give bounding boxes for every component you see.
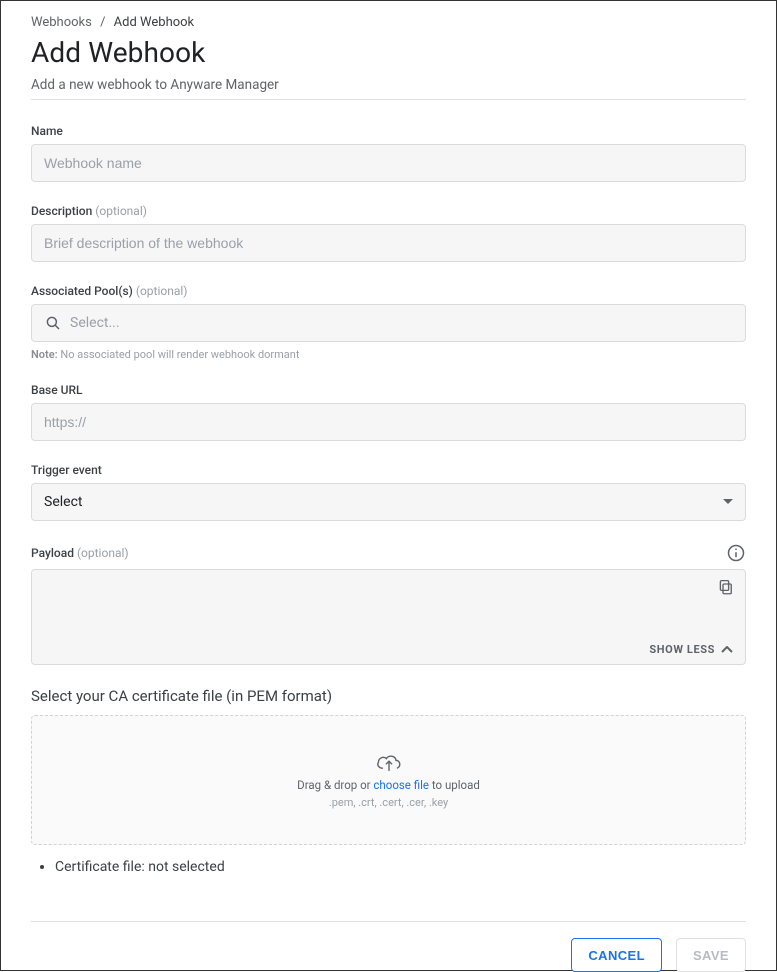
drop-text: Drag & drop or choose file to upload bbox=[297, 778, 480, 792]
info-icon[interactable] bbox=[726, 543, 746, 563]
footer-separator bbox=[31, 921, 746, 922]
pools-label: Associated Pool(s) (optional) bbox=[31, 284, 746, 298]
payload-optional: (optional) bbox=[77, 546, 129, 560]
description-label: Description (optional) bbox=[31, 204, 746, 218]
cloud-upload-icon bbox=[375, 752, 403, 774]
trigger-select[interactable]: Select bbox=[31, 483, 746, 521]
show-less-toggle[interactable]: SHOW LESS bbox=[649, 643, 733, 656]
field-pools: Associated Pool(s) (optional) Select... … bbox=[31, 284, 746, 361]
field-description: Description (optional) bbox=[31, 204, 746, 262]
chevron-down-icon bbox=[723, 499, 733, 505]
drop-prefix: Drag & drop or bbox=[297, 778, 373, 792]
name-input[interactable] bbox=[31, 144, 746, 182]
pools-label-text: Associated Pool(s) bbox=[31, 284, 133, 298]
page-frame: Webhooks / Add Webhook Add Webhook Add a… bbox=[0, 0, 777, 971]
chevron-up-icon bbox=[721, 646, 733, 654]
page-subtitle: Add a new webhook to Anyware Manager bbox=[31, 77, 746, 100]
search-icon bbox=[44, 314, 62, 332]
description-input[interactable] bbox=[31, 224, 746, 262]
field-trigger: Trigger event Select bbox=[31, 463, 746, 521]
save-button: SAVE bbox=[676, 938, 746, 972]
baseurl-label: Base URL bbox=[31, 383, 746, 397]
description-label-text: Description bbox=[31, 204, 92, 218]
drop-extensions: .pem, .crt, .cert, .cer, .key bbox=[329, 796, 448, 809]
cancel-button[interactable]: CANCEL bbox=[571, 938, 662, 972]
payload-label-text: Payload bbox=[31, 546, 74, 560]
pools-select[interactable]: Select... bbox=[31, 304, 746, 342]
description-optional: (optional) bbox=[95, 204, 147, 218]
trigger-label: Trigger event bbox=[31, 463, 746, 477]
breadcrumb-current: Add Webhook bbox=[114, 15, 194, 30]
breadcrumb-parent[interactable]: Webhooks bbox=[31, 15, 92, 30]
pools-note: Note: No associated pool will render web… bbox=[31, 348, 746, 361]
pools-note-text: No associated pool will render webhook d… bbox=[60, 348, 299, 361]
pools-optional: (optional) bbox=[136, 284, 188, 298]
cert-dropzone[interactable]: Drag & drop or choose file to upload .pe… bbox=[31, 715, 746, 845]
choose-file-link[interactable]: choose file bbox=[373, 778, 429, 792]
payload-box[interactable]: SHOW LESS bbox=[31, 569, 746, 665]
baseurl-input[interactable] bbox=[31, 403, 746, 441]
pools-placeholder: Select... bbox=[70, 315, 120, 331]
field-payload: Payload (optional) SHOW LESS bbox=[31, 543, 746, 665]
copy-icon[interactable] bbox=[717, 578, 735, 596]
payload-label: Payload (optional) bbox=[31, 546, 129, 560]
name-label: Name bbox=[31, 124, 746, 138]
field-name: Name bbox=[31, 124, 746, 182]
trigger-selected: Select bbox=[44, 494, 82, 510]
breadcrumb: Webhooks / Add Webhook bbox=[31, 15, 746, 30]
breadcrumb-separator: / bbox=[100, 15, 105, 30]
pools-note-prefix: Note: bbox=[31, 348, 58, 361]
cert-status-list: Certificate file: not selected bbox=[55, 859, 746, 875]
footer-actions: CANCEL SAVE bbox=[31, 938, 746, 972]
cert-heading: Select your CA certificate file (in PEM … bbox=[31, 687, 746, 705]
show-less-text: SHOW LESS bbox=[649, 643, 715, 656]
drop-suffix: to upload bbox=[429, 778, 480, 792]
page-title: Add Webhook bbox=[31, 36, 746, 69]
field-baseurl: Base URL bbox=[31, 383, 746, 441]
cert-status-item: Certificate file: not selected bbox=[55, 859, 746, 875]
